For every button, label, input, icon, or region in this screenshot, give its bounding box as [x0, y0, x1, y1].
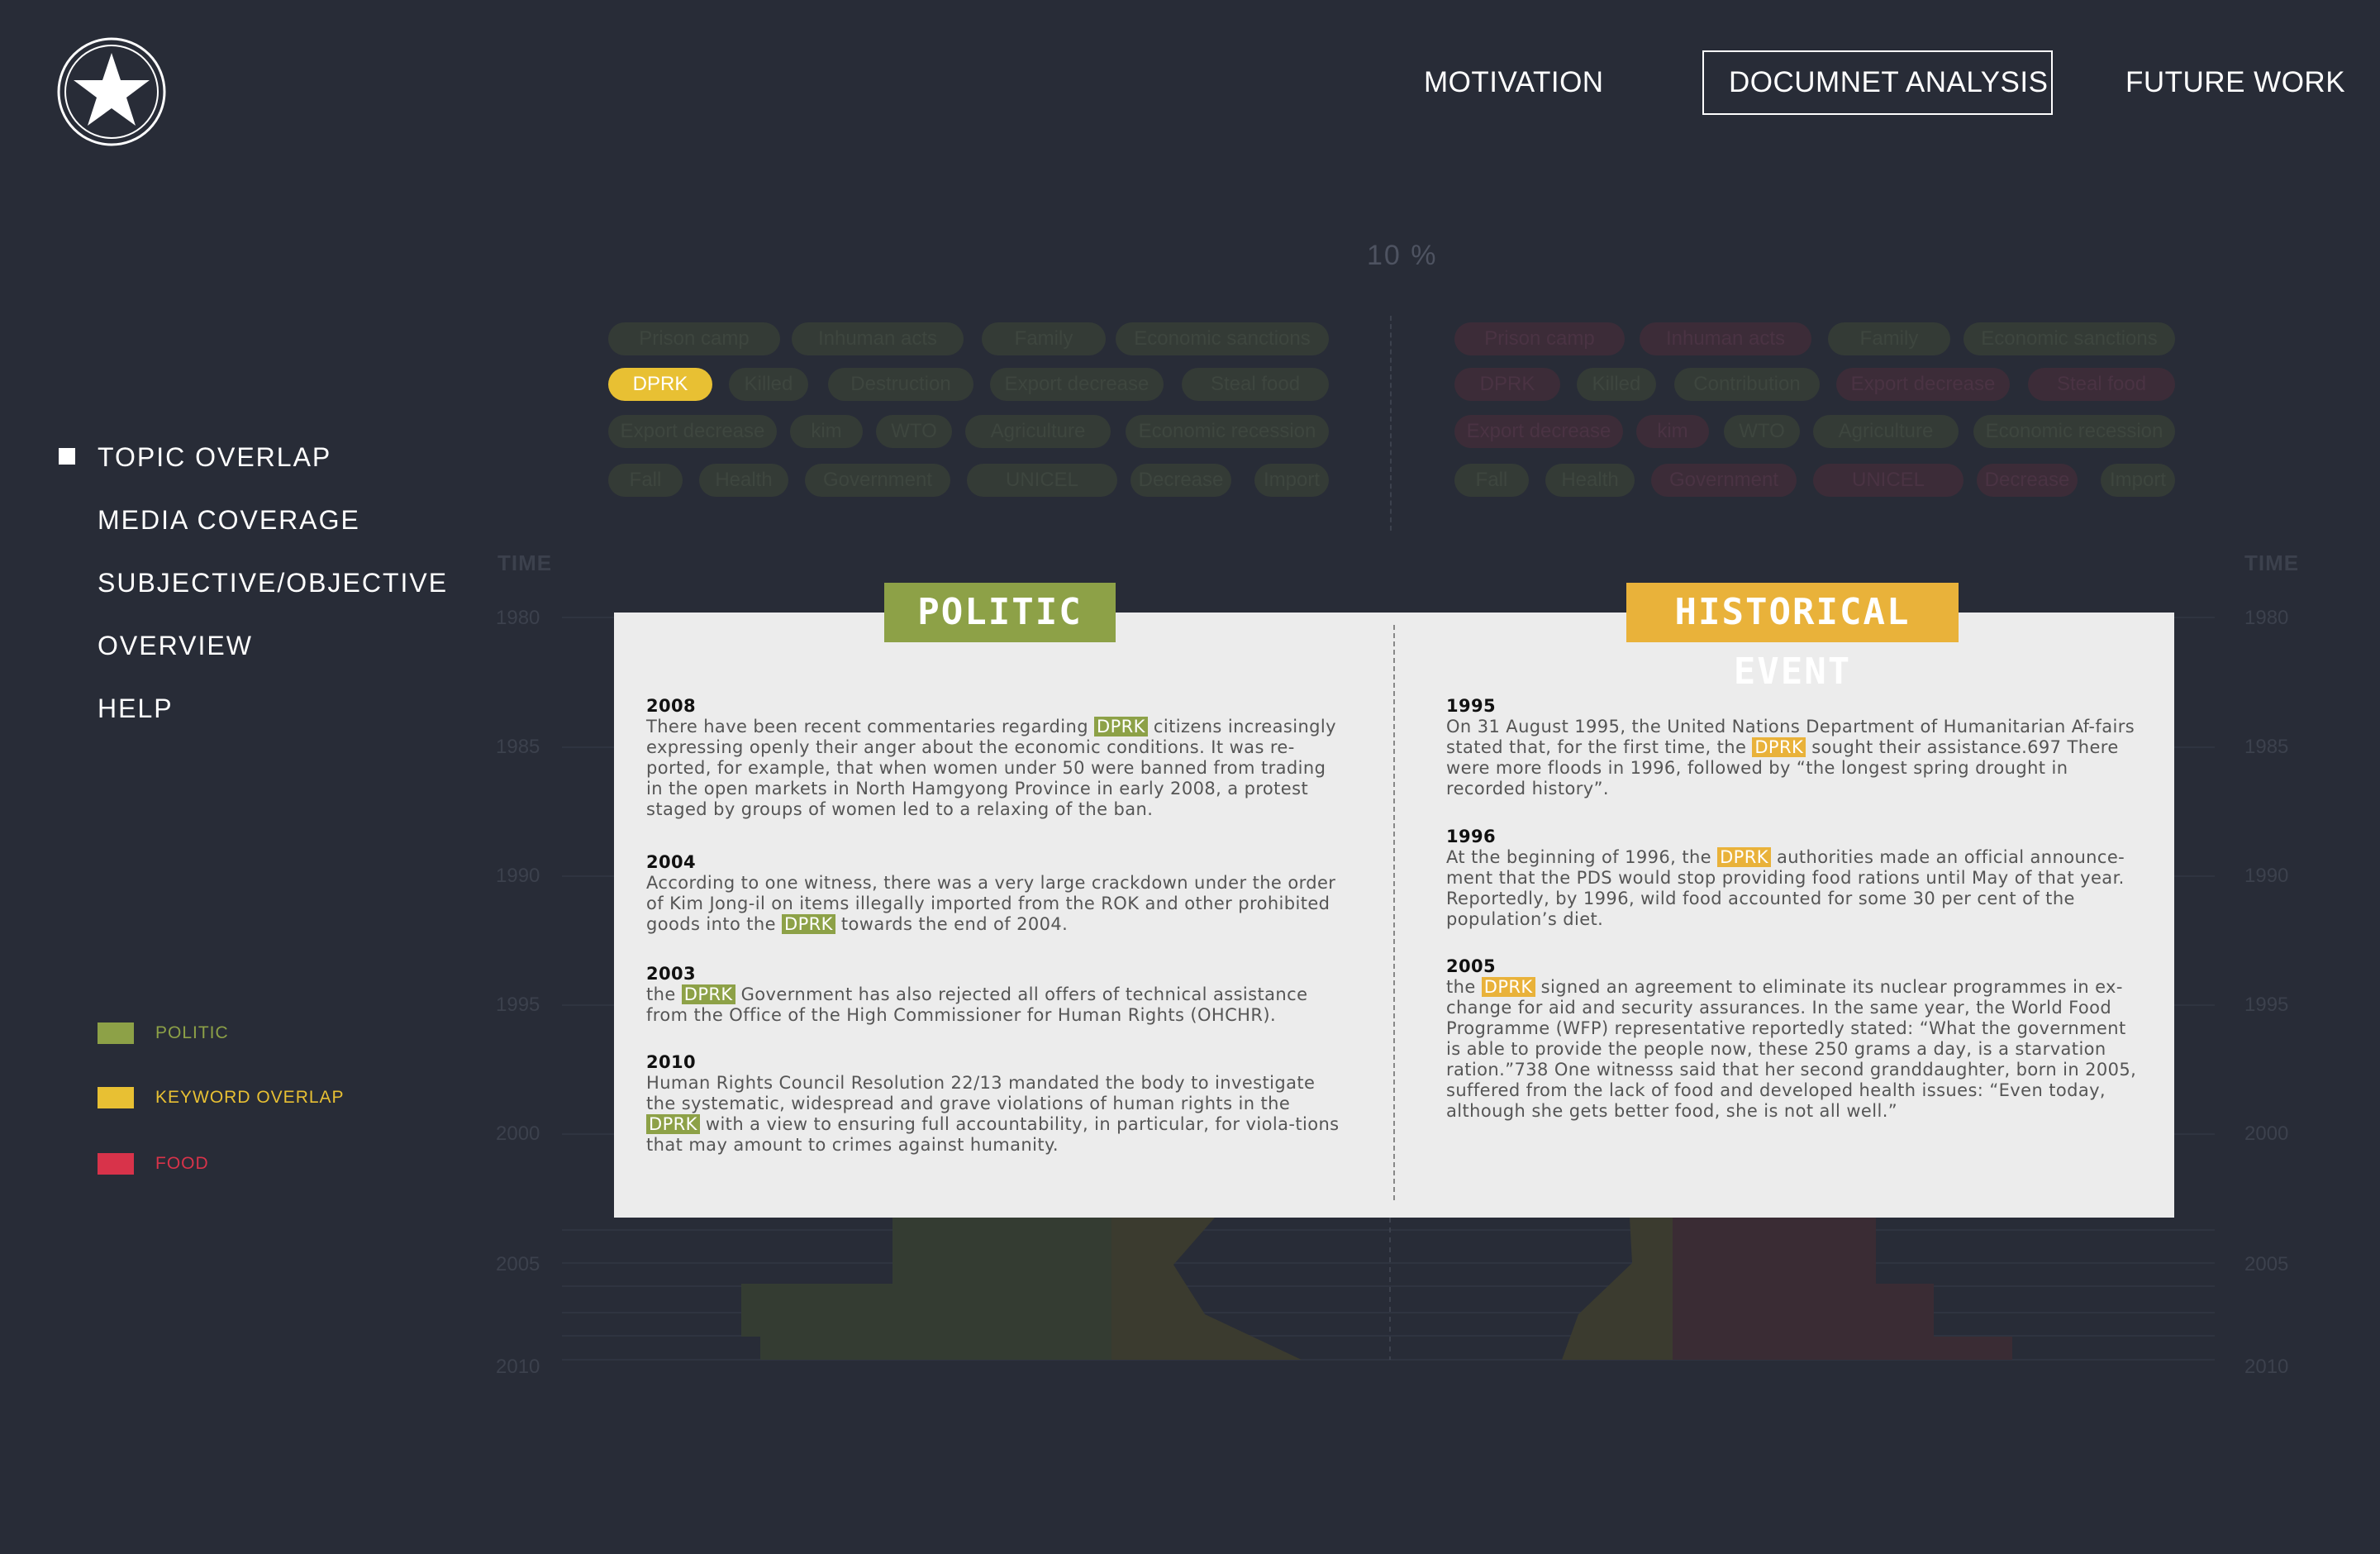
tag-left[interactable]: Steal food: [1182, 368, 1329, 401]
tag-left[interactable]: Agriculture: [965, 415, 1111, 448]
tag-right[interactable]: Fall: [1454, 464, 1529, 497]
year-label-right: 2000: [2244, 1123, 2289, 1145]
tag-left[interactable]: WTO: [876, 415, 952, 448]
tag-left[interactable]: Government: [805, 464, 950, 497]
entry-year: 2003: [646, 964, 697, 984]
entry-text: the: [1446, 977, 1482, 997]
tag-right[interactable]: UNICEL: [1813, 464, 1963, 497]
tag-right[interactable]: Health: [1545, 464, 1635, 497]
overlap-area-right: [1562, 1218, 1673, 1360]
tag-left[interactable]: Killed: [729, 368, 808, 401]
politic-entry: 2004 According to one witness, there was…: [646, 852, 1340, 935]
time-axis-label-right: TIME: [2244, 551, 2300, 575]
keyword-highlight[interactable]: DPRK: [782, 914, 835, 934]
food-area: [1673, 1218, 2012, 1360]
entry-text: At the beginning of 1996, the: [1446, 847, 1718, 867]
tag-right[interactable]: Economic recession: [1973, 415, 2175, 448]
entry-year: 2005: [1446, 956, 1497, 976]
year-label-left: 2005: [496, 1253, 540, 1275]
tag-left[interactable]: Prison camp: [608, 322, 780, 355]
tag-right[interactable]: Decrease: [1977, 464, 2078, 497]
entry-year: 1995: [1446, 696, 1497, 716]
tag-right[interactable]: WTO: [1724, 415, 1800, 448]
tag-right[interactable]: Family: [1828, 322, 1950, 355]
keyword-highlight[interactable]: DPRK: [1094, 717, 1148, 736]
historical-entry: 1996 At the beginning of 1996, the DPRK …: [1446, 827, 2140, 930]
tag-left[interactable]: Export decrease: [608, 415, 777, 448]
tag-right[interactable]: Government: [1651, 464, 1797, 497]
tag-right[interactable]: Export decrease: [1836, 368, 2010, 401]
year-label-left: 1985: [496, 736, 540, 758]
politic-entry: 2003 the DPRK Government has also reject…: [646, 964, 1340, 1026]
tag-left[interactable]: Family: [982, 322, 1106, 355]
historical-entry: 2005 the DPRK signed an agreement to eli…: [1446, 956, 2140, 1122]
year-label-right: 1980: [2244, 607, 2289, 629]
tag-left[interactable]: Import: [1254, 464, 1329, 497]
tag-right[interactable]: Export decrease: [1454, 415, 1623, 448]
year-label-left: 1990: [496, 865, 540, 887]
percent-scale-label: 10 %: [1367, 240, 1438, 271]
tag-left-highlight-dprk[interactable]: DPRK: [608, 368, 712, 401]
tag-left[interactable]: UNICEL: [967, 464, 1117, 497]
year-label-right: 1985: [2244, 736, 2289, 758]
time-axis-label-left: TIME: [497, 551, 553, 575]
keyword-highlight[interactable]: DPRK: [1752, 737, 1806, 757]
tag-left[interactable]: Fall: [608, 464, 683, 497]
entry-year: 2010: [646, 1052, 697, 1072]
keyword-highlight[interactable]: DPRK: [1481, 977, 1535, 997]
tag-right[interactable]: Agriculture: [1813, 415, 1959, 448]
year-label-right: 2010: [2244, 1356, 2289, 1378]
entry-year: 1996: [1446, 827, 1497, 846]
overlap-area-left: [1111, 1218, 1302, 1360]
year-label-right: 2005: [2244, 1253, 2289, 1275]
entry-text: the: [646, 984, 682, 1004]
historical-event-banner: HISTORICAL EVENT: [1626, 583, 1959, 693]
year-label-left: 2000: [496, 1123, 540, 1145]
keyword-highlight[interactable]: DPRK: [1717, 847, 1771, 867]
politic-banner: POLITIC: [884, 583, 1116, 642]
politic-area: [741, 1218, 1111, 1360]
tag-left[interactable]: Destruction: [828, 368, 973, 401]
tag-right[interactable]: Contribution: [1674, 368, 1820, 401]
year-label-right: 1990: [2244, 865, 2289, 887]
year-label-left: 1980: [496, 607, 540, 629]
tag-left[interactable]: Economic sanctions: [1116, 322, 1329, 355]
tag-right[interactable]: Economic sanctions: [1963, 322, 2175, 355]
tag-right[interactable]: DPRK: [1454, 368, 1560, 401]
tag-right[interactable]: Killed: [1577, 368, 1656, 401]
historical-entry: 1995 On 31 August 1995, the United Natio…: [1446, 696, 2140, 799]
year-label-left: 2010: [496, 1356, 540, 1378]
tag-left[interactable]: Export decrease: [990, 368, 1164, 401]
politic-entry: 2008 There have been recent commentaries…: [646, 696, 1340, 820]
keyword-highlight[interactable]: DPRK: [646, 1114, 700, 1134]
entry-text: Government has also rejected all offers …: [646, 984, 1308, 1025]
year-label-left: 1995: [496, 994, 540, 1016]
tag-left[interactable]: Decrease: [1130, 464, 1231, 497]
tag-right[interactable]: Steal food: [2028, 368, 2175, 401]
tag-left[interactable]: Economic recession: [1126, 415, 1329, 448]
entry-text: There have been recent commentaries rega…: [646, 717, 1095, 736]
chart-center-divider: [1390, 316, 1392, 531]
entry-text: towards the end of 2004.: [835, 914, 1069, 934]
tag-right[interactable]: kim: [1636, 415, 1709, 448]
app-root: MOTIVATION DOCUMNET ANALYSIS FUTURE WORK…: [0, 0, 2380, 1554]
entry-text: Human Rights Council Resolution 22/13 ma…: [646, 1073, 1316, 1113]
tag-right[interactable]: Inhuman acts: [1640, 322, 1811, 355]
tag-right[interactable]: Import: [2101, 464, 2175, 497]
panel-divider: [1393, 625, 1395, 1200]
entry-year: 2004: [646, 852, 697, 872]
tag-right[interactable]: Prison camp: [1454, 322, 1625, 355]
politic-entry: 2010 Human Rights Council Resolution 22/…: [646, 1052, 1340, 1156]
tag-left[interactable]: Inhuman acts: [792, 322, 964, 355]
entry-text: signed an agreement to eliminate its nuc…: [1446, 977, 2137, 1121]
keyword-highlight[interactable]: DPRK: [681, 984, 735, 1004]
year-label-right: 1995: [2244, 994, 2289, 1016]
entry-year: 2008: [646, 696, 697, 716]
entry-text: with a view to ensuring full accountabil…: [646, 1114, 1340, 1155]
tag-left[interactable]: kim: [790, 415, 863, 448]
tag-left[interactable]: Health: [699, 464, 788, 497]
